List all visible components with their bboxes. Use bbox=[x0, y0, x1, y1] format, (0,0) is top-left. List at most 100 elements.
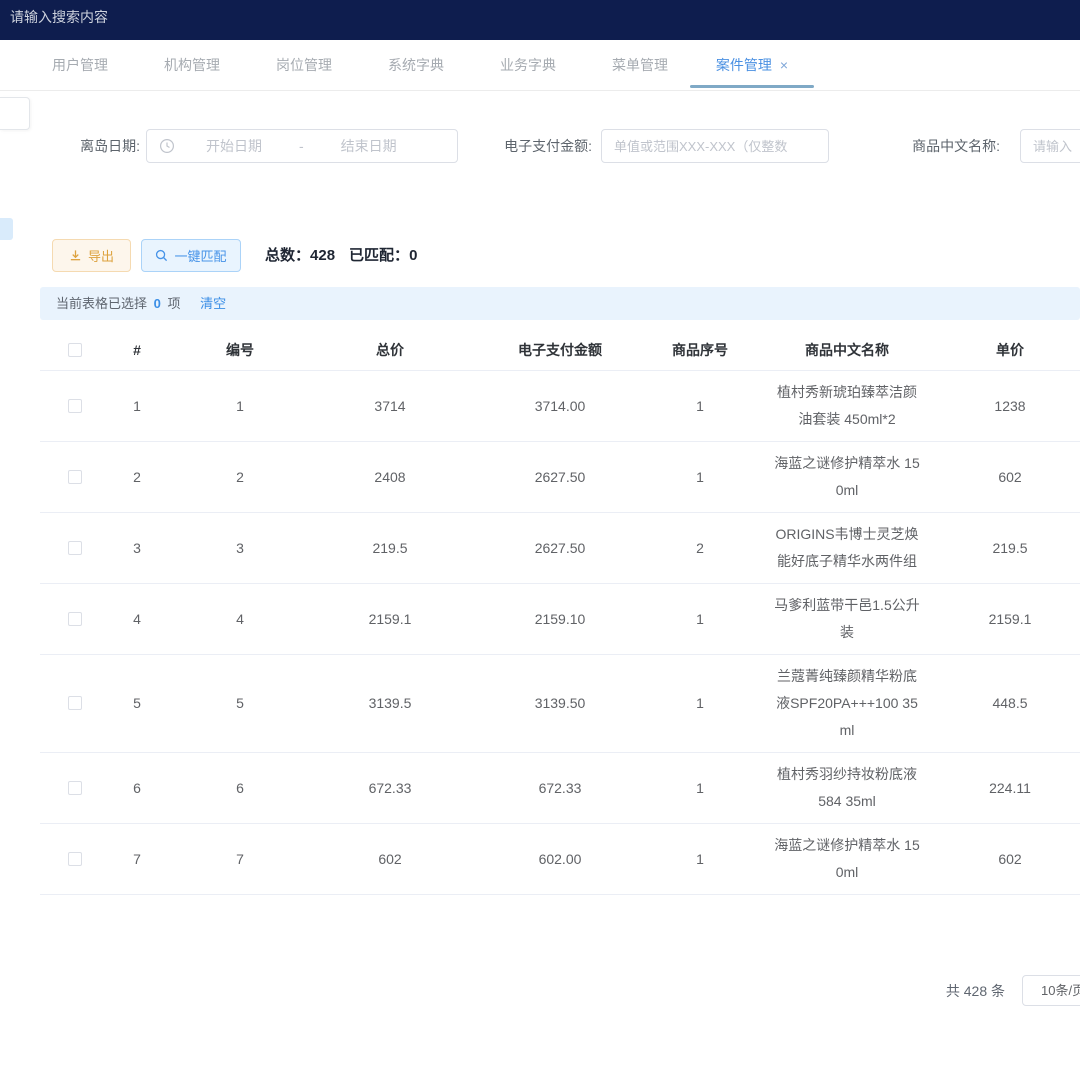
tab-user-management[interactable]: 用户管理 bbox=[24, 40, 136, 90]
table-header-row: # 编号 总价 电子支付金额 商品序号 商品中文名称 单价 bbox=[40, 330, 1080, 370]
matched-label: 已匹配： bbox=[349, 247, 409, 264]
cell-paid: 3139.50 bbox=[464, 654, 656, 752]
cell-unit-price: 2159.1 bbox=[950, 583, 1070, 654]
cell-product-name: 马爹利蓝带干邑1.5公升装 bbox=[744, 583, 950, 654]
tab-business-dictionary[interactable]: 业务字典 bbox=[472, 40, 584, 90]
cell-paid: 2627.50 bbox=[464, 441, 656, 512]
cell-index: 8 bbox=[110, 894, 164, 904]
total-value: 428 bbox=[310, 247, 335, 264]
table-row[interactable]: 2 2 2408 2627.50 1 海蓝之谜修护精萃水 150ml 602 bbox=[40, 441, 1080, 512]
cell-index: 3 bbox=[110, 512, 164, 583]
table-row[interactable]: 7 7 602 602.00 1 海蓝之谜修护精萃水 150ml 602 bbox=[40, 823, 1080, 894]
global-search-input[interactable] bbox=[10, 4, 310, 30]
selection-prefix: 当前表格已选择 bbox=[56, 296, 147, 311]
cell-total: 602 bbox=[316, 823, 464, 894]
cell-unit-price: 1238 bbox=[950, 370, 1070, 441]
cell-seq: 1 bbox=[656, 894, 744, 904]
col-header-total: 总价 bbox=[316, 330, 464, 370]
row-checkbox[interactable] bbox=[68, 612, 82, 626]
col-header-name: 商品中文名称 bbox=[744, 330, 950, 370]
selection-suffix: 项 bbox=[168, 296, 181, 311]
col-header-index: # bbox=[110, 330, 164, 370]
row-checkbox[interactable] bbox=[68, 399, 82, 413]
toolbar: 导出 一键匹配 总数：428 已匹配：0 bbox=[0, 239, 1080, 272]
cell-unit-price: 448.5 bbox=[950, 654, 1070, 752]
tab-case-management[interactable]: 案件管理× bbox=[696, 40, 808, 90]
cell-paid: 1399.47 bbox=[464, 894, 656, 904]
cell-paid: 2627.50 bbox=[464, 512, 656, 583]
cell-seq: 1 bbox=[656, 823, 744, 894]
cell-index: 7 bbox=[110, 823, 164, 894]
total-label: 总数： bbox=[265, 247, 310, 264]
depart-date-label: 离岛日期: bbox=[40, 129, 140, 163]
page: 用户管理 机构管理 岗位管理 系统字典 业务字典 菜单管理 案件管理× 离岛日期… bbox=[0, 0, 1080, 1077]
data-table-wrapper: # 编号 总价 电子支付金额 商品序号 商品中文名称 单价 1 1 3714 3… bbox=[40, 330, 1080, 904]
row-checkbox[interactable] bbox=[68, 541, 82, 555]
cell-unit-price: 466.49 bbox=[950, 894, 1070, 904]
clock-icon bbox=[159, 138, 175, 154]
cell-index: 1 bbox=[110, 370, 164, 441]
col-header-paid: 电子支付金额 bbox=[464, 330, 656, 370]
cell-code: 7 bbox=[164, 823, 316, 894]
tab-system-dictionary[interactable]: 系统字典 bbox=[360, 40, 472, 90]
one-click-match-button[interactable]: 一键匹配 bbox=[141, 239, 241, 272]
export-button-label: 导出 bbox=[88, 246, 114, 265]
row-checkbox[interactable] bbox=[68, 470, 82, 484]
cell-unit-price: 219.5 bbox=[950, 512, 1070, 583]
cell-code: 1 bbox=[164, 370, 316, 441]
table-row[interactable]: 4 4 2159.1 2159.10 1 马爹利蓝带干邑1.5公升装 2159.… bbox=[40, 583, 1080, 654]
left-edge-tag-fragment bbox=[0, 218, 13, 240]
cell-code: 8 bbox=[164, 894, 316, 904]
cell-product-name: 植村秀羽纱持妆粉底液 584 35ml bbox=[744, 752, 950, 823]
export-button[interactable]: 导出 bbox=[52, 239, 131, 272]
pagination-footer: 共 428 条 10条/页 bbox=[0, 975, 1080, 1011]
product-name-input[interactable] bbox=[1020, 129, 1080, 163]
tab-post-management[interactable]: 岗位管理 bbox=[248, 40, 360, 90]
cell-index: 5 bbox=[110, 654, 164, 752]
selection-count: 0 bbox=[151, 296, 164, 311]
cell-total: 3139.5 bbox=[316, 654, 464, 752]
date-range-picker[interactable]: - bbox=[146, 129, 458, 163]
cell-total: 219.5 bbox=[316, 512, 464, 583]
table-row[interactable]: 6 6 672.33 672.33 1 植村秀羽纱持妆粉底液 584 35ml … bbox=[40, 752, 1080, 823]
cell-product-name: 植村秀新琥珀臻萃洁颜油套装 450ml*2 bbox=[744, 370, 950, 441]
tab-org-management[interactable]: 机构管理 bbox=[136, 40, 248, 90]
top-navigation-bar bbox=[0, 0, 1080, 40]
clear-selection-link[interactable]: 清空 bbox=[200, 296, 226, 311]
table-row[interactable]: 8 8 1399.47 1399.47 1 卡诗菁纯亮泽经典香氛柔亮护发精油 1… bbox=[40, 894, 1080, 904]
epayment-amount-input[interactable] bbox=[601, 129, 829, 163]
cell-code: 6 bbox=[164, 752, 316, 823]
data-table: # 编号 总价 电子支付金额 商品序号 商品中文名称 单价 1 1 3714 3… bbox=[40, 330, 1080, 904]
row-checkbox[interactable] bbox=[68, 696, 82, 710]
cell-seq: 1 bbox=[656, 583, 744, 654]
close-tab-icon[interactable]: × bbox=[780, 57, 788, 73]
select-all-checkbox[interactable] bbox=[68, 343, 82, 357]
download-icon bbox=[69, 249, 82, 262]
cell-unit-price: 602 bbox=[950, 823, 1070, 894]
search-icon bbox=[155, 249, 168, 262]
table-row[interactable]: 5 5 3139.5 3139.50 1 兰蔻菁纯臻颜精华粉底液SPF20PA+… bbox=[40, 654, 1080, 752]
match-button-label: 一键匹配 bbox=[174, 246, 226, 265]
col-header-seq: 商品序号 bbox=[656, 330, 744, 370]
page-size-select[interactable]: 10条/页 bbox=[1022, 975, 1080, 1006]
match-stats: 总数：428 已匹配：0 bbox=[265, 239, 417, 272]
row-checkbox[interactable] bbox=[68, 852, 82, 866]
cell-seq: 1 bbox=[656, 441, 744, 512]
start-date-input[interactable] bbox=[175, 131, 293, 161]
table-row[interactable]: 1 1 3714 3714.00 1 植村秀新琥珀臻萃洁颜油套装 450ml*2… bbox=[40, 370, 1080, 441]
table-row[interactable]: 3 3 219.5 2627.50 2 ORIGINS韦博士灵芝焕能好底子精华水… bbox=[40, 512, 1080, 583]
matched-value: 0 bbox=[409, 247, 417, 264]
cell-index: 2 bbox=[110, 441, 164, 512]
cell-seq: 1 bbox=[656, 752, 744, 823]
col-header-unit: 单价 bbox=[950, 330, 1070, 370]
sidebar-collapse-handle[interactable] bbox=[0, 97, 30, 130]
cell-product-name: 卡诗菁纯亮泽经典香氛柔亮护发精油 100ml bbox=[744, 894, 950, 904]
row-checkbox[interactable] bbox=[68, 781, 82, 795]
end-date-input[interactable] bbox=[310, 131, 428, 161]
cell-code: 5 bbox=[164, 654, 316, 752]
cell-seq: 2 bbox=[656, 512, 744, 583]
cell-total: 3714 bbox=[316, 370, 464, 441]
cell-seq: 1 bbox=[656, 654, 744, 752]
tab-menu-management[interactable]: 菜单管理 bbox=[584, 40, 696, 90]
cell-paid: 3714.00 bbox=[464, 370, 656, 441]
